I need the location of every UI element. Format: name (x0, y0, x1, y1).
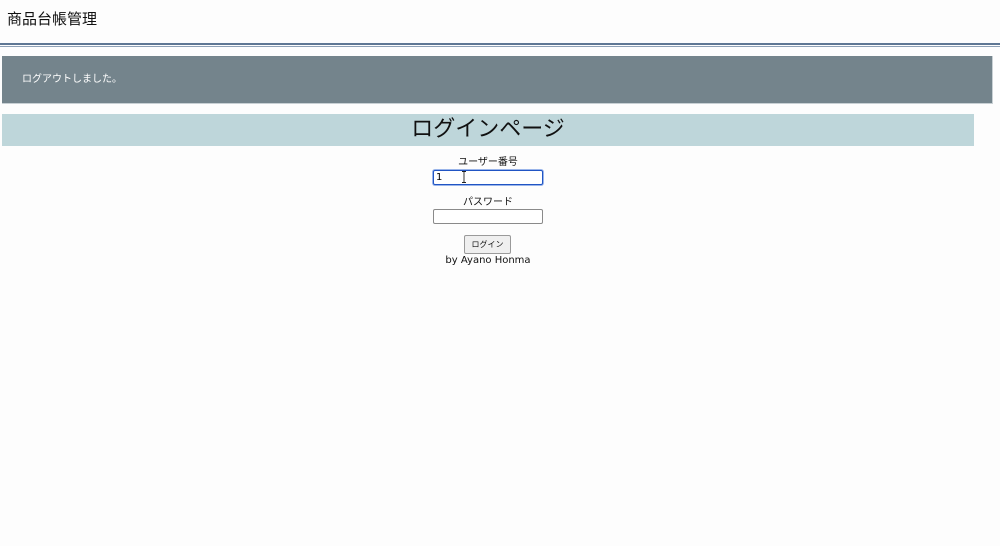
flash-message-text: ログアウトしました。 (22, 74, 122, 85)
user-number-label: ユーザー番号 (458, 157, 518, 168)
header-divider (0, 43, 1000, 45)
password-input[interactable] (433, 209, 543, 224)
author-credit: by Ayano Honma (445, 255, 531, 266)
page-heading-bar: ログインページ (2, 114, 974, 146)
app-header: 商品台帳管理 (0, 0, 1000, 44)
page-title: ログインページ (411, 117, 565, 142)
user-number-input[interactable] (433, 170, 543, 185)
flash-message: ログアウトしました。 (2, 56, 993, 104)
login-button[interactable]: ログイン (464, 235, 511, 254)
password-label: パスワード (463, 197, 513, 208)
app-title: 商品台帳管理 (7, 10, 98, 28)
i-beam-cursor-icon (462, 171, 466, 183)
header-divider-secondary (0, 46, 1000, 47)
